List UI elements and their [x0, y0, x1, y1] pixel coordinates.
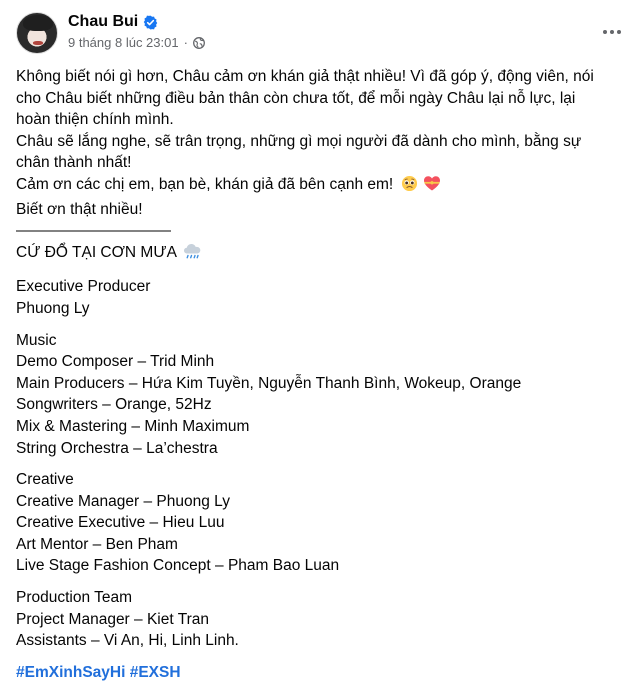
- credit-line: Mix & Mastering – Minh Maximum: [16, 417, 250, 435]
- separator-dot: ·: [183, 35, 188, 50]
- post-text: Cảm ơn các chị em, bạn bè, khán giả đã b…: [16, 175, 394, 193]
- heart-with-ribbon-icon: [423, 175, 441, 199]
- credit-line: Songwriters – Orange, 52Hz: [16, 396, 212, 414]
- credit-line: Phuong Ly: [16, 299, 90, 317]
- avatar[interactable]: [16, 12, 58, 54]
- verified-badge-icon: [143, 15, 158, 30]
- author-row: Chau Bui: [68, 13, 205, 31]
- post-text-line-with-emoji: Cảm ơn các chị em, bạn bè, khán giả đã b…: [16, 174, 624, 199]
- globe-icon[interactable]: [192, 36, 205, 49]
- hashtags-row: #EmXinhSayHi #EXSH: [16, 662, 624, 683]
- separator-line: ———————————: [16, 222, 171, 240]
- facebook-post: Chau Bui 9 tháng 8 lúc 23:01 · Không biế…: [0, 0, 640, 681]
- post-timestamp[interactable]: 9 tháng 8 lúc 23:01: [68, 35, 179, 50]
- hashtag-link[interactable]: #EmXinhSayHi: [16, 664, 125, 681]
- post-subline: 9 tháng 8 lúc 23:01 ·: [68, 35, 205, 50]
- credit-line: Assistants – Vi An, Hi, Linh Linh.: [16, 632, 239, 650]
- more-options-icon[interactable]: [598, 22, 626, 42]
- credit-heading: Creative: [16, 471, 74, 489]
- credit-line: Demo Composer – Trid Minh: [16, 353, 215, 371]
- post-text-line: hoàn thiện chính mình.: [16, 111, 174, 129]
- credit-line: Art Mentor – Ben Pham: [16, 535, 178, 553]
- post-header: Chau Bui 9 tháng 8 lúc 23:01 ·: [16, 12, 205, 54]
- author-name[interactable]: Chau Bui: [68, 13, 138, 31]
- credit-line: String Orchestra – La’chestra: [16, 439, 218, 457]
- credit-line: Project Manager – Kiet Tran: [16, 610, 209, 628]
- credit-line: Main Producers – Hứa Kim Tuyền, Nguyễn T…: [16, 374, 522, 392]
- song-title: CỨ ĐỔ TẠI CƠN MƯA: [16, 243, 177, 261]
- credit-heading: Music: [16, 331, 57, 349]
- post-meta: Chau Bui 9 tháng 8 lúc 23:01 ·: [68, 12, 205, 50]
- credit-line: Creative Executive – Hieu Luu: [16, 514, 225, 532]
- post-text-line: Không biết nói gì hơn, Châu cảm ơn khán …: [16, 68, 594, 85]
- pleading-face-icon: [401, 175, 418, 199]
- credit-heading: Executive Producer: [16, 278, 151, 296]
- credit-heading: Production Team: [16, 589, 133, 607]
- post-text-line: chân thành nhất!: [16, 154, 132, 172]
- post-text-line: cho Châu biết những điều bản thân còn ch…: [16, 89, 576, 107]
- post-text-line: Biết ơn thật nhiều!: [16, 200, 143, 218]
- post-text-line: Châu sẽ lắng nghe, sẽ trân trọng, những …: [16, 132, 582, 150]
- credit-line: Live Stage Fashion Concept – Pham Bao Lu…: [16, 557, 340, 575]
- post-body: Không biết nói gì hơn, Châu cảm ơn khán …: [16, 66, 624, 683]
- song-title-line: CỨ ĐỔ TẠI CƠN MƯA: [16, 242, 624, 267]
- hashtag-link[interactable]: #EXSH: [130, 664, 181, 681]
- rain-cloud-icon: [183, 243, 202, 267]
- credit-line: Creative Manager – Phuong Ly: [16, 492, 230, 510]
